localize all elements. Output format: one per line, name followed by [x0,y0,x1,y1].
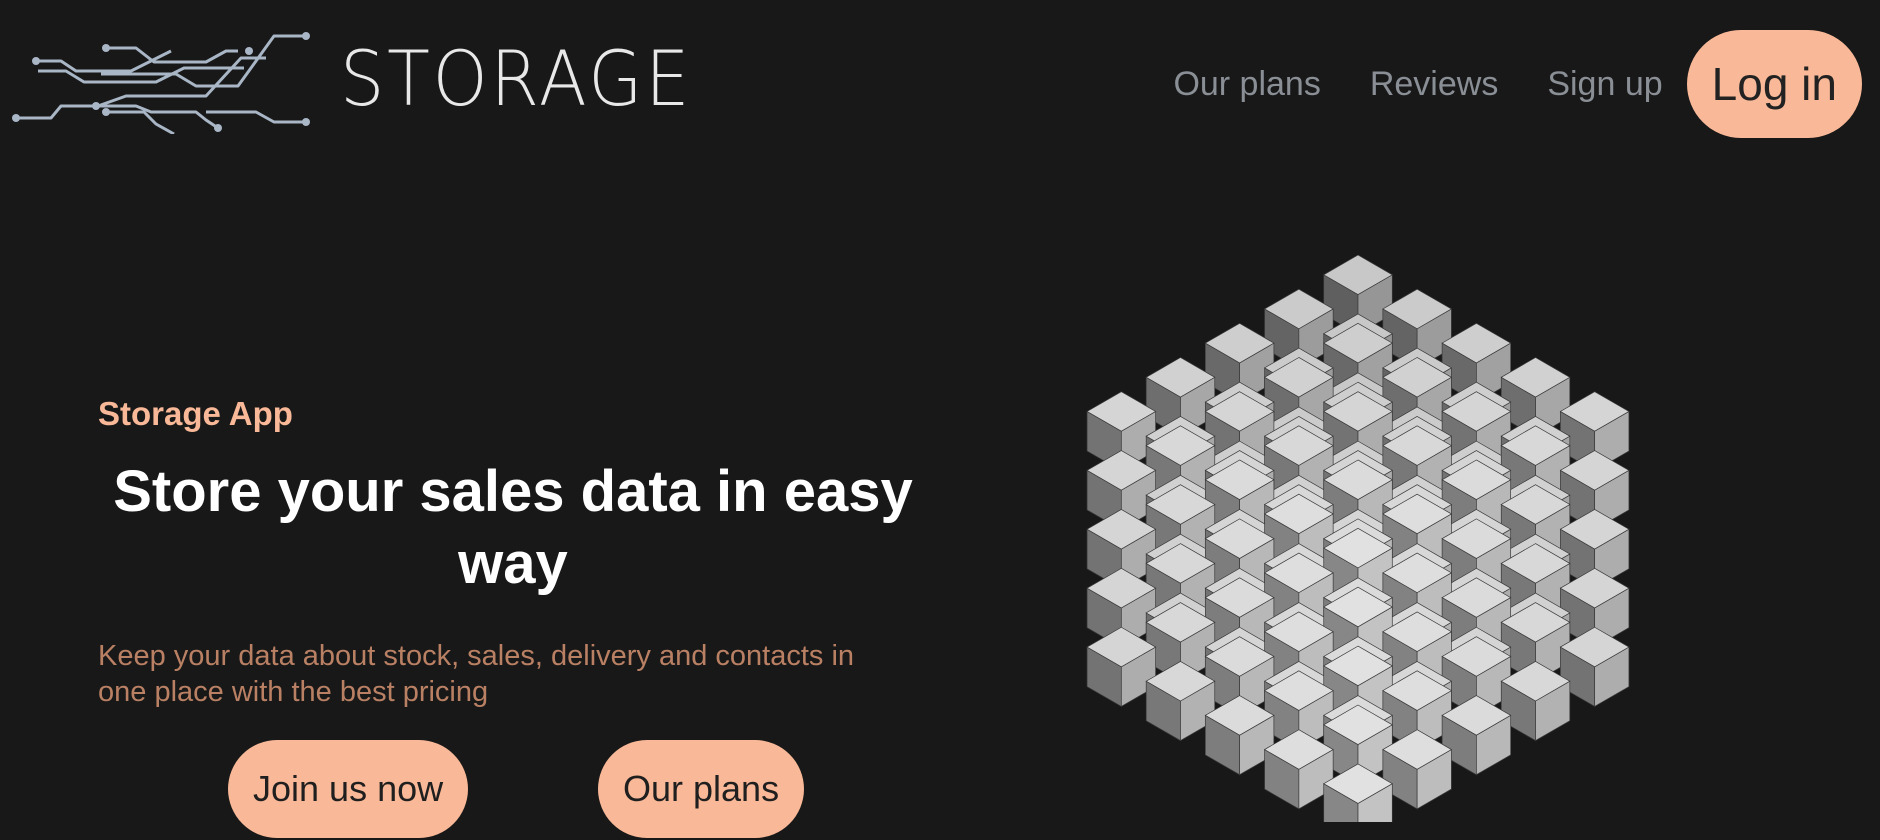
logo-link[interactable]: STORAGE [6,24,723,134]
hero-description: Keep your data about stock, sales, deliv… [98,640,855,708]
site-header: STORAGE Our plans Reviews Sign up Log in [0,0,1880,170]
login-button[interactable]: Log in [1686,30,1862,138]
logo-text: STORAGE [340,34,693,123]
hero-title: Store your sales data in easy way [113,459,913,596]
hero-buttons: Join us now Our plans [0,740,940,840]
hero-image [1058,255,1658,822]
nav-link-our-plans[interactable]: Our plans [1173,30,1320,138]
cube-grid-icon [1086,255,1630,822]
our-plans-button[interactable]: Our plans [598,740,805,838]
hero-section: Storage App Store your sales data in eas… [98,394,928,710]
main-nav: Our plans Reviews Sign up Log in [1124,30,1862,138]
circuit-lines-icon [12,32,310,134]
nav-link-sign-up[interactable]: Sign up [1547,30,1662,138]
join-us-button[interactable]: Join us now [228,740,469,838]
nav-link-reviews[interactable]: Reviews [1370,30,1498,138]
hero-eyebrow: Storage App [98,395,293,432]
